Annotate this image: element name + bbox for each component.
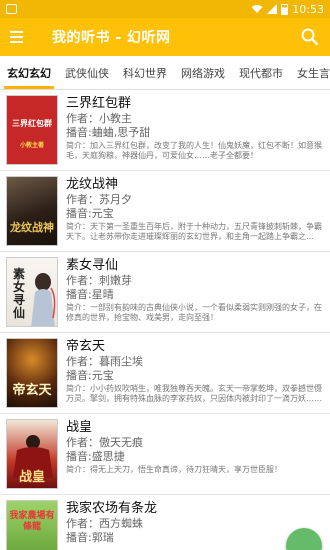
book-item[interactable]: 帝玄天 帝玄天 作者：暮雨尘埃 播音:元宝 简介：小小药奴吹哨生，唯我独尊吞天魄… [0, 333, 330, 414]
search-icon[interactable] [300, 27, 320, 47]
book-item[interactable]: 战皇 战皇 作者：傲天无痕 播音:盛思捷 简介：得无上天刀，悟生命真谛，待刀狂晴… [0, 414, 330, 495]
book-author: 作者：西方蜘蛛 [66, 517, 143, 530]
cover-title: 我家農場有條龍 [9, 511, 55, 532]
cover-title: 三界红包群 [12, 118, 52, 128]
app-bar: 我的听书 - 幻听网 [0, 18, 330, 56]
book-cover: 素女寻仙 [6, 257, 58, 327]
book-title: 我家农场有条龙 [66, 501, 158, 516]
book-title: 帝玄天 [66, 339, 106, 354]
tab-romance[interactable]: 女生言情 [290, 56, 330, 89]
cover-figure-image [31, 273, 56, 326]
category-tabs: 玄幻玄幻 武侠仙侠 科幻世界 网络游戏 现代都市 女生言情 [0, 56, 330, 90]
signal-icon [267, 4, 278, 14]
app-title: 我的听书 - 幻听网 [52, 30, 171, 46]
book-author: 作者：小教主 [66, 112, 132, 125]
book-author: 作者：傲天无痕 [66, 436, 143, 449]
book-author: 作者：刺嫩芽 [66, 274, 132, 287]
notification-icon [6, 4, 17, 14]
cover-subtitle: 小教主著 [19, 142, 44, 149]
cover-title: 帝玄天 [12, 383, 52, 398]
book-item[interactable]: 三界红包群 小教主著 三界红包群 作者：小教主 播音:蛐蛐,思予甜 简介：加入三… [0, 90, 330, 171]
battery-icon [281, 3, 289, 15]
status-bar: 10:53 [0, 0, 330, 18]
book-cover: 我家農場有條龍 [6, 500, 58, 550]
book-title: 素女寻仙 [66, 258, 119, 273]
book-author: 作者：暮雨尘埃 [66, 355, 143, 368]
book-cover: 帝玄天 [6, 338, 58, 408]
menu-icon[interactable] [10, 27, 30, 47]
book-cover: 战皇 [6, 419, 58, 489]
tab-scifi[interactable]: 科幻世界 [116, 56, 174, 89]
book-description: 简介：小小药奴吹哨生，唯我独尊吞天魄。玄天一帝掌乾坤，双拳撼世慑万灵。擎剑，拥有… [66, 384, 322, 403]
book-description: 简介：得无上天刀，悟生命真谛，待刀狂晴天，享万世臣服！ [66, 465, 282, 474]
wifi-icon [251, 5, 263, 13]
tab-wuxia[interactable]: 武侠仙侠 [58, 56, 116, 89]
book-narrator: 播音:盛思捷 [66, 450, 125, 463]
book-item[interactable]: 龙纹战神 龙纹战神 作者：苏月夕 播音:元宝 简介：天下第一圣重生百年后，附于十… [0, 171, 330, 252]
cover-title: 龙纹战神 [10, 221, 54, 234]
book-narrator: 播音:元宝 [66, 207, 114, 220]
book-list: 三界红包群 小教主著 三界红包群 作者：小教主 播音:蛐蛐,思予甜 简介：加入三… [0, 90, 330, 550]
book-title: 战皇 [66, 420, 93, 435]
book-narrator: 播音:元宝 [66, 369, 114, 382]
book-item[interactable]: 素女寻仙 素女寻仙 作者：刺嫩芽 播音:星晴 简介：一部别有韵味的古典仙侠小说，… [0, 252, 330, 333]
book-cover: 龙纹战神 [6, 176, 58, 246]
tab-xuanhuan[interactable]: 玄幻玄幻 [0, 56, 58, 89]
book-description: 简介：加入三界红包群，改变了我的人生！仙鬼妖魔，红包不断！如意猴毛，天庭狗粮，神… [66, 141, 322, 160]
book-title: 龙纹战神 [66, 177, 119, 192]
tab-urban[interactable]: 现代都市 [232, 56, 290, 89]
book-title: 三界红包群 [66, 96, 132, 111]
tab-online-game[interactable]: 网络游戏 [174, 56, 232, 89]
book-item[interactable]: 我家農場有條龍 我家农场有条龙 作者：西方蜘蛛 播音:郭瑞 [0, 495, 330, 550]
status-time: 10:53 [292, 2, 324, 16]
book-author: 作者：苏月夕 [66, 193, 132, 206]
book-description: 简介：一部别有韵味的古典仙侠小说，一个看似柔弱实则刚强的女子，在修真的世界，抢宝… [66, 303, 322, 322]
cover-title: 战皇 [18, 470, 45, 485]
book-description: 简介：天下第一圣重生百年后，附于十种动力，五尺青锋披刺斩棘，争霸天下。让老苏带你… [66, 222, 322, 241]
book-narrator: 播音:蛐蛐,思予甜 [66, 126, 151, 139]
book-cover: 三界红包群 小教主著 [6, 95, 58, 165]
book-narrator: 播音:星晴 [66, 288, 114, 301]
